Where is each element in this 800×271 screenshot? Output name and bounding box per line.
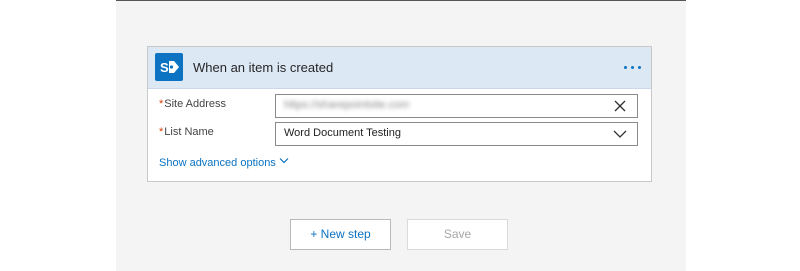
clear-icon[interactable] [613, 99, 627, 113]
show-advanced-options-link[interactable]: Show advanced options [159, 156, 289, 169]
site-address-input[interactable]: https://sharepointsite.com [275, 94, 638, 118]
save-button[interactable]: Save [407, 219, 508, 250]
site-address-label: *Site Address [159, 98, 227, 110]
more-options-icon[interactable] [622, 59, 644, 75]
trigger-card: S When an item is created *Site Address … [147, 46, 652, 182]
list-name-label: *List Name [159, 126, 214, 138]
trigger-card-header[interactable]: S When an item is created [148, 47, 651, 89]
flow-canvas: S When an item is created *Site Address … [116, 0, 686, 271]
new-step-button[interactable]: + New step [290, 219, 391, 250]
list-name-dropdown[interactable]: Word Document Testing [275, 122, 638, 146]
list-name-value: Word Document Testing [284, 127, 401, 139]
canvas-divider [116, 0, 686, 1]
required-marker: * [159, 126, 164, 138]
chevron-down-icon [279, 156, 289, 164]
required-marker: * [159, 98, 164, 110]
chevron-down-icon[interactable] [613, 127, 627, 141]
sharepoint-icon: S [155, 53, 183, 81]
site-address-value: https://sharepointsite.com [284, 99, 410, 111]
site-address-row: *Site Address https://sharepointsite.com [148, 94, 651, 118]
trigger-card-title: When an item is created [193, 60, 334, 75]
svg-text:S: S [160, 60, 169, 75]
list-name-row: *List Name Word Document Testing [148, 122, 651, 146]
